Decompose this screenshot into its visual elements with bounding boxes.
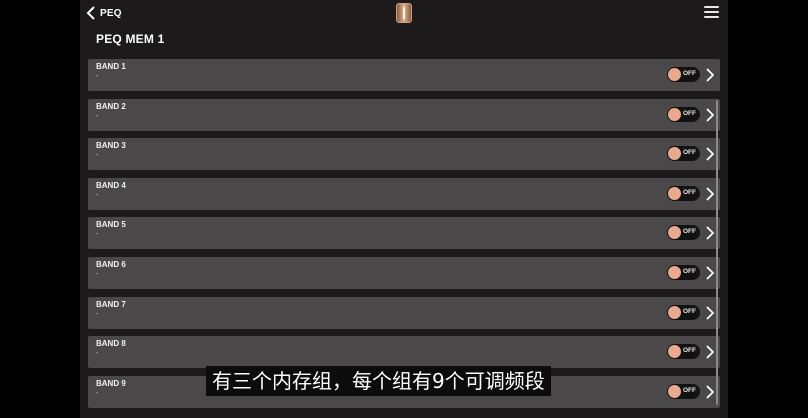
band-subtitle: -	[96, 73, 99, 80]
band-toggle[interactable]: OFF	[667, 67, 700, 82]
chevron-right-icon[interactable]	[706, 385, 714, 399]
toggle-knob	[668, 68, 681, 81]
page-title: PEQ MEM 1	[96, 32, 165, 46]
chevron-right-icon[interactable]	[706, 147, 714, 161]
band-subtitle: -	[96, 112, 99, 120]
toggle-knob	[668, 147, 681, 161]
top-bar: PEQ	[80, 0, 728, 26]
band-row-6[interactable]: BAND 6 - OFF	[88, 256, 720, 289]
band-row-3[interactable]: BAND 3 - OFF	[88, 138, 720, 171]
band-name: BAND 3	[96, 141, 126, 151]
band-toggle[interactable]: OFF	[667, 225, 700, 241]
hamburger-menu-icon[interactable]	[704, 6, 719, 18]
band-subtitle: -	[96, 191, 99, 199]
toggle-label: OFF	[683, 149, 696, 157]
back-label: PEQ	[100, 7, 122, 19]
toggle-label: OFF	[683, 109, 696, 117]
band-subtitle: -	[96, 152, 99, 160]
chevron-left-icon	[86, 6, 95, 20]
band-name: BAND 6	[96, 259, 126, 269]
band-subtitle: -	[96, 310, 99, 318]
band-name: BAND 8	[96, 339, 126, 349]
chevron-right-icon[interactable]	[706, 345, 714, 359]
band-toggle[interactable]: OFF	[667, 264, 700, 280]
band-row-2[interactable]: BAND 2 - OFF	[88, 98, 720, 131]
band-subtitle: -	[96, 270, 99, 278]
band-toggle[interactable]: OFF	[667, 185, 700, 201]
band-toggle[interactable]: OFF	[667, 304, 700, 320]
band-name: BAND 4	[96, 180, 126, 190]
band-row-4[interactable]: BAND 4 - OFF	[88, 177, 720, 210]
band-row-7[interactable]: BAND 7 - OFF	[88, 296, 720, 329]
chevron-right-icon[interactable]	[706, 187, 714, 201]
band-subtitle: -	[96, 350, 99, 358]
band-name: BAND 5	[96, 220, 126, 230]
band-name: BAND 2	[96, 101, 126, 111]
toggle-knob	[668, 265, 681, 279]
toggle-label: OFF	[683, 70, 696, 77]
band-toggle[interactable]: OFF	[667, 106, 700, 122]
band-toggle[interactable]: OFF	[667, 383, 700, 399]
toggle-knob	[668, 384, 681, 398]
band-subtitle: -	[96, 389, 99, 397]
band-name: BAND 7	[96, 299, 126, 309]
back-button[interactable]: PEQ	[86, 4, 122, 22]
toggle-knob	[668, 186, 681, 200]
band-toggle[interactable]: OFF	[667, 344, 700, 360]
toggle-label: OFF	[683, 267, 696, 275]
toggle-label: OFF	[683, 386, 696, 394]
toggle-knob	[668, 345, 681, 359]
chevron-right-icon[interactable]	[706, 107, 714, 122]
video-subtitle: 有三个内存组，每个组有9个可调频段	[206, 366, 551, 396]
chevron-right-icon[interactable]	[706, 266, 714, 280]
chevron-right-icon[interactable]	[706, 68, 714, 82]
scrollbar[interactable]	[716, 100, 718, 405]
toggle-label: OFF	[683, 228, 696, 236]
band-row-1[interactable]: BAND 1 - OFF	[88, 59, 720, 91]
chevron-right-icon[interactable]	[706, 226, 714, 241]
toggle-knob	[668, 226, 681, 240]
toggle-label: OFF	[683, 188, 696, 196]
band-name: BAND 9	[96, 378, 126, 388]
band-subtitle: -	[96, 231, 99, 239]
band-row-5[interactable]: BAND 5 - OFF	[88, 217, 720, 250]
band-name: BAND 1	[96, 62, 126, 71]
toggle-label: OFF	[683, 307, 696, 315]
toggle-knob	[668, 305, 681, 319]
chevron-right-icon[interactable]	[706, 305, 714, 320]
toggle-knob	[668, 107, 681, 121]
band-toggle[interactable]: OFF	[667, 146, 700, 162]
app-window: PEQ PEQ MEM 1 BAND 1 - OFF BAND 2 - OFF	[80, 0, 728, 418]
toggle-label: OFF	[683, 347, 696, 355]
brand-logo	[396, 3, 412, 23]
band-row-8[interactable]: BAND 8 - OFF	[88, 336, 720, 369]
band-list: BAND 1 - OFF BAND 2 - OFF BAND 3 - OFF B…	[88, 59, 720, 415]
